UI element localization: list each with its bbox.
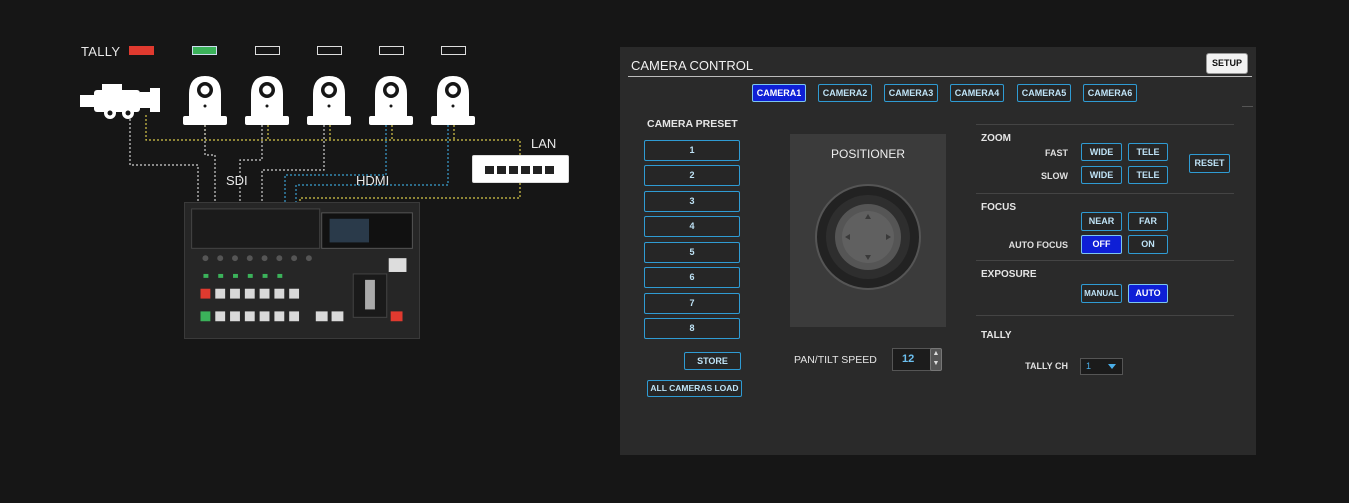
zoom-fast-wide-button[interactable]: WIDE [1081,143,1122,161]
zoom-slow-wide-button[interactable]: WIDE [1081,166,1122,184]
tally-title: TALLY [981,330,1012,341]
exposure-auto-button[interactable]: AUTO [1128,284,1168,303]
screen: TALLY SDI HDMI LAN CAMERA CONTROL SETUP … [0,0,1349,503]
pan-tilt-speed-field[interactable]: 12 [892,348,932,371]
divider [976,260,1234,261]
tally-ch-label: TALLY CH [1025,361,1068,371]
focus-far-button[interactable]: FAR [1128,212,1168,231]
tally-lamp [317,46,342,55]
tab-camera1[interactable]: CAMERA1 [752,84,806,102]
focus-title: FOCUS [981,202,1016,213]
ptz-camera-icon [245,76,289,125]
tab-camera3[interactable]: CAMERA3 [884,84,938,102]
speed-stepper[interactable]: ▲ ▼ [930,348,942,371]
camera-preset-title: CAMERA PRESET [647,118,738,130]
store-button[interactable]: STORE [684,352,741,370]
tab-camera2[interactable]: CAMERA2 [818,84,872,102]
ptz-camera-icon [183,76,227,125]
tally-lamp-green [192,46,217,55]
setup-button[interactable]: SETUP [1206,53,1248,74]
zoom-slow-label: SLOW [1041,171,1068,181]
zoom-fast-tele-button[interactable]: TELE [1128,143,1168,161]
preset-button-7[interactable]: 7 [644,293,740,314]
video-mixer-icon [184,202,420,339]
ptz-camera-icon [431,76,475,125]
exposure-manual-button[interactable]: MANUAL [1081,284,1122,303]
chevron-down-icon [1108,364,1116,369]
tally-lamp [255,46,280,55]
joystick-icon[interactable] [815,184,921,290]
tab-rule [1242,106,1253,107]
tally-lamp [379,46,404,55]
focus-near-button[interactable]: NEAR [1081,212,1122,231]
preset-button-6[interactable]: 6 [644,267,740,288]
sdi-label: SDI [226,173,248,188]
tally-ch-select[interactable]: 1 [1080,358,1123,375]
auto-focus-on-button[interactable]: ON [1128,235,1168,254]
auto-focus-off-button[interactable]: OFF [1081,235,1122,254]
tab-camera5[interactable]: CAMERA5 [1017,84,1071,102]
tally-lamp-red [129,46,154,55]
zoom-slow-tele-button[interactable]: TELE [1128,166,1168,184]
chevron-up-icon[interactable]: ▲ [933,350,940,357]
lan-label: LAN [531,136,557,151]
ptz-camera-icon [307,76,351,125]
zoom-fast-label: FAST [1044,148,1068,158]
preset-button-4[interactable]: 4 [644,216,740,237]
tally-label: TALLY [81,44,121,59]
preset-button-2[interactable]: 2 [644,165,740,186]
zoom-title: ZOOM [981,133,1011,144]
tally-ch-value: 1 [1086,361,1092,371]
panel-title: CAMERA CONTROL [631,58,754,73]
ptz-camera-icon [369,76,413,125]
title-divider [628,76,1252,77]
positioner-title: POSITIONER [830,147,905,161]
network-switch-icon [472,155,569,183]
tab-camera4[interactable]: CAMERA4 [950,84,1004,102]
positioner-pad[interactable]: POSITIONER [790,134,946,327]
preset-button-8[interactable]: 8 [644,318,740,339]
divider [976,193,1234,194]
connection-diagram: TALLY SDI HDMI LAN [0,0,600,503]
preset-button-1[interactable]: 1 [644,140,740,161]
hdmi-label: HDMI [356,173,390,188]
divider [976,315,1234,316]
camcorder-icon [80,84,160,119]
preset-button-5[interactable]: 5 [644,242,740,263]
tally-lamp [441,46,466,55]
auto-focus-label: AUTO FOCUS [1008,240,1068,250]
zoom-reset-button[interactable]: RESET [1189,154,1230,173]
all-cameras-load-button[interactable]: ALL CAMERAS LOAD [647,380,742,397]
chevron-down-icon[interactable]: ▼ [933,360,940,367]
tab-camera6[interactable]: CAMERA6 [1083,84,1137,102]
pan-tilt-speed-label: PAN/TILT SPEED [794,354,877,366]
camera-control-panel: CAMERA CONTROL SETUP CAMERA1 CAMERA2 CAM… [620,47,1256,455]
preset-button-3[interactable]: 3 [644,191,740,212]
divider [976,124,1234,125]
exposure-title: EXPOSURE [981,269,1037,280]
